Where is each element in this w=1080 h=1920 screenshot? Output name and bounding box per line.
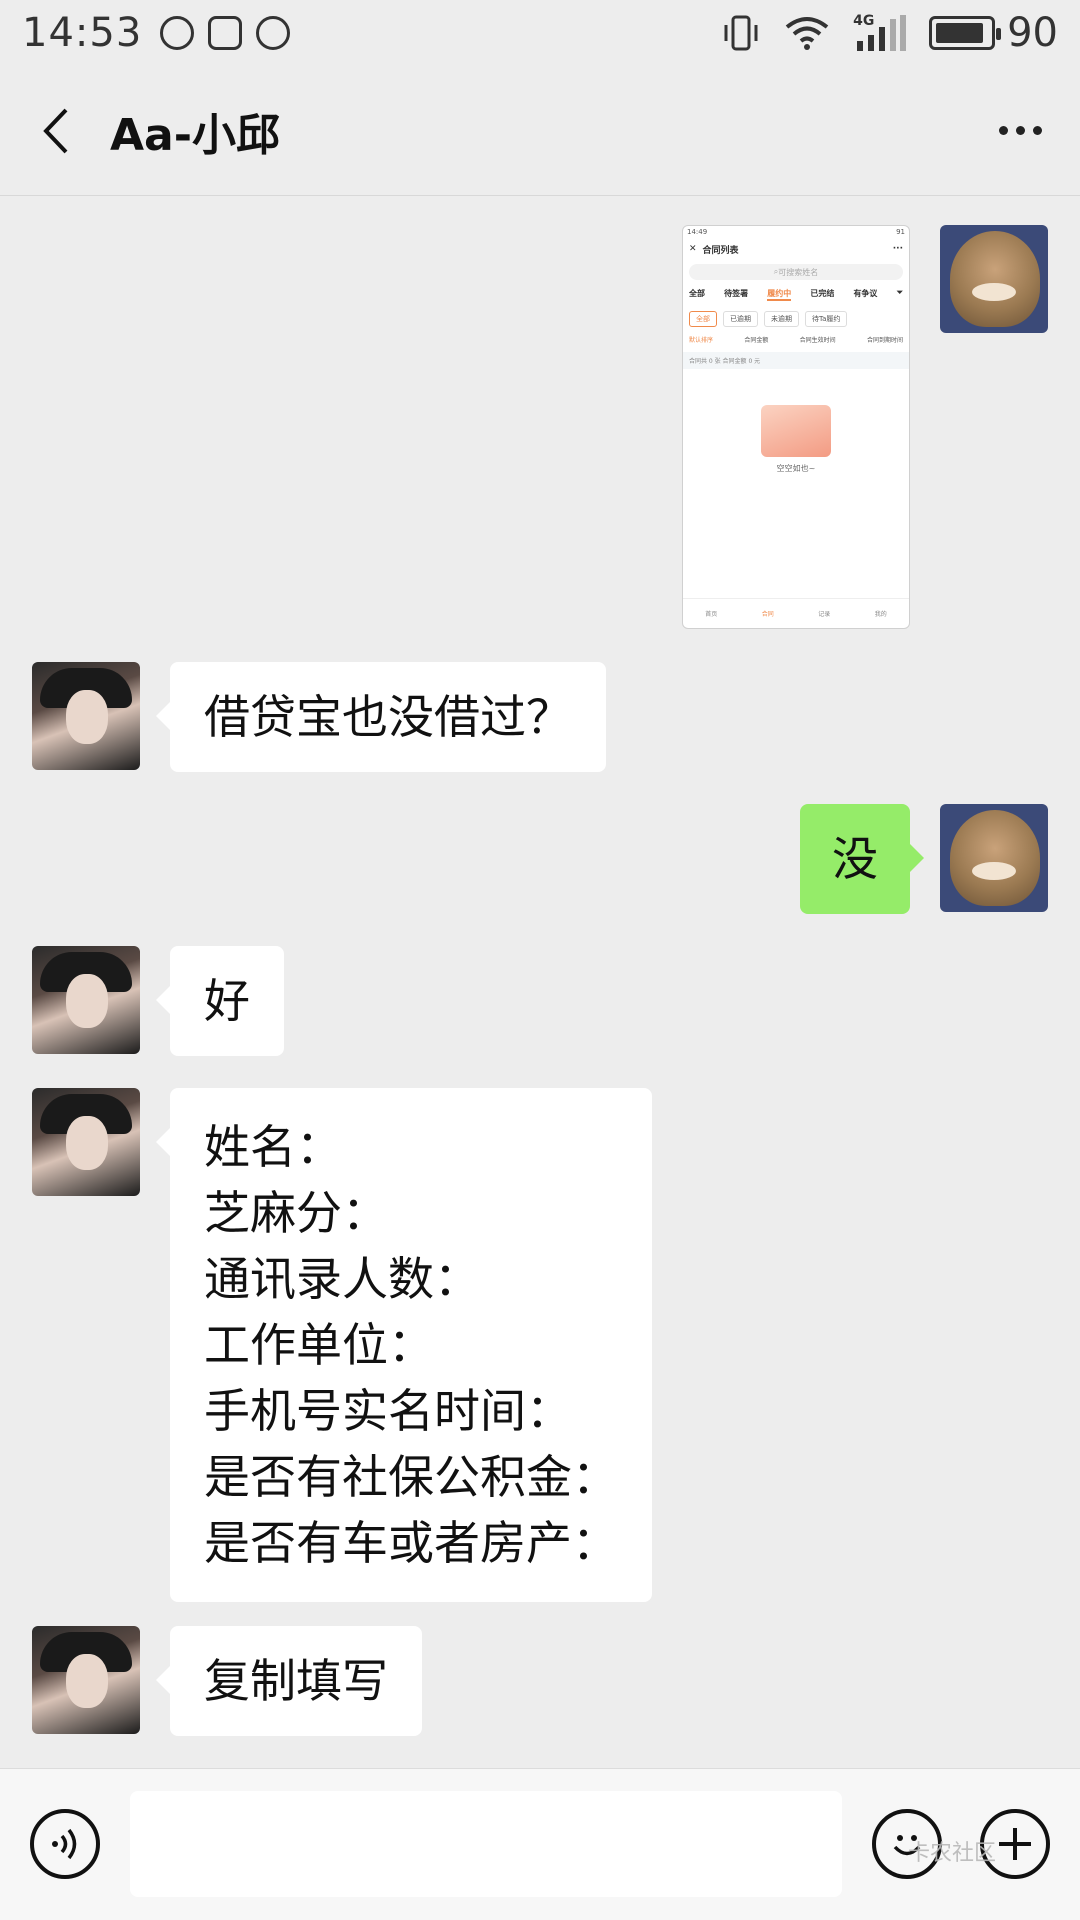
alarm-icon [160, 16, 195, 50]
thumb-sort-option: 合同到期时间 [866, 337, 903, 344]
back-button[interactable] [0, 66, 110, 196]
back-arrow-icon [43, 108, 68, 153]
thumb-sort-option: 合同金额 [744, 337, 769, 344]
battery-percent: 90 [1007, 10, 1058, 56]
message-bubble-in[interactable]: 姓名： 芝麻分： 通讯录人数： 工作单位： 手机号实名时间： 是否有社保公积金：… [156, 1088, 652, 1602]
close-icon: ✕ [689, 244, 697, 254]
thumb-header: ✕ 合同列表 ··· [683, 238, 909, 260]
voice-icon [52, 1828, 77, 1860]
thumb-tabs: 全部 待签署 履约中 已完结 有争议 ⏷ [683, 284, 909, 305]
battery-icon [929, 16, 1002, 50]
thumb-search-placeholder: 可搜索姓名 [778, 267, 819, 277]
my-avatar[interactable] [940, 804, 1048, 912]
more-button[interactable] [960, 66, 1080, 196]
signal-icon: 4G [853, 13, 907, 53]
thumb-battery: 91 [896, 228, 905, 236]
thumb-summary: 合同共 0 张 合同金额 0 元 [683, 352, 909, 369]
thumb-filter: 待Ta履约 [805, 311, 848, 327]
chat-title: Aa-小邱 [110, 109, 281, 161]
contact-avatar[interactable] [32, 1626, 140, 1734]
watermark: 卡农社区 [908, 1841, 997, 1866]
thumb-title: 合同列表 [702, 245, 739, 256]
thumb-filter: 未逾期 [764, 311, 799, 327]
contact-avatar[interactable] [32, 946, 140, 1054]
thumb-bottom-tab: 首页 [705, 611, 718, 618]
thumb-bottom-tabs: 首页 合同 记录 我的 [683, 598, 909, 628]
chat-header: Aa-小邱 [0, 66, 1080, 196]
thumb-filter-active: 全部 [689, 311, 717, 327]
thumb-search: ⌕ 可搜索姓名 [689, 264, 903, 280]
more-icon [998, 126, 1008, 135]
contact-avatar[interactable] [32, 1088, 140, 1196]
thumb-time: 14:49 [687, 228, 708, 236]
thumb-empty-text: 空空如也~ [776, 464, 816, 473]
thumb-more-icon: ··· [892, 244, 903, 254]
message-bubble-out[interactable]: 没 [800, 804, 924, 914]
thumb-status-bar: 14:49 91 [683, 226, 909, 238]
thumb-sort: 默认排序 合同金额 合同生效时间 合同到期时间 [683, 333, 909, 346]
thumb-tab-active: 履约中 [767, 288, 792, 301]
message-bubble-in[interactable]: 复制填写 [156, 1626, 422, 1736]
thumb-bottom-tab: 记录 [818, 611, 831, 618]
thumb-tab: 有争议 [853, 289, 878, 298]
thumb-bottom-tab-active: 合同 [761, 611, 774, 618]
plus-icon [999, 1828, 1031, 1860]
thumb-filter: 已逾期 [723, 311, 758, 327]
my-avatar[interactable] [940, 225, 1048, 333]
battery-indicator: 90 [929, 10, 1058, 56]
message-bubble-in[interactable]: 借贷宝也没借过？ [156, 662, 606, 772]
status-left-icons [160, 16, 291, 50]
thumb-tab: 待签署 [724, 289, 749, 298]
message-bubble-in[interactable]: 好 [156, 946, 284, 1056]
voice-button[interactable] [30, 1809, 100, 1879]
status-bar: 14:53 4G 90 [0, 0, 1080, 66]
status-time: 14:53 [22, 10, 143, 56]
wifi-icon [785, 17, 829, 50]
thumb-sort-option: 默认排序 [689, 337, 714, 344]
thumb-tab: 已完结 [810, 289, 835, 298]
image-message-screenshot[interactable]: 14:49 91 ✕ 合同列表 ··· ⌕ 可搜索姓名 全部 待签署 履约中 已… [682, 225, 910, 629]
filter-icon: ⏷ [896, 288, 903, 297]
thumb-sort-option: 合同生效时间 [799, 337, 836, 344]
thumb-tab: 全部 [689, 289, 705, 298]
thumb-bottom-tab: 我的 [874, 611, 887, 618]
vibrate-icon [724, 15, 758, 51]
video-app-icon [208, 16, 243, 50]
contact-avatar[interactable] [32, 662, 140, 770]
weibo-icon [256, 16, 291, 50]
input-bar: 卡农社区 [0, 1768, 1080, 1920]
status-right-icons: 4G 90 [721, 10, 1058, 56]
thumb-filters: 全部 已逾期 未逾期 待Ta履约 [683, 305, 909, 333]
empty-box-illustration [761, 405, 831, 457]
message-input[interactable] [130, 1791, 842, 1897]
